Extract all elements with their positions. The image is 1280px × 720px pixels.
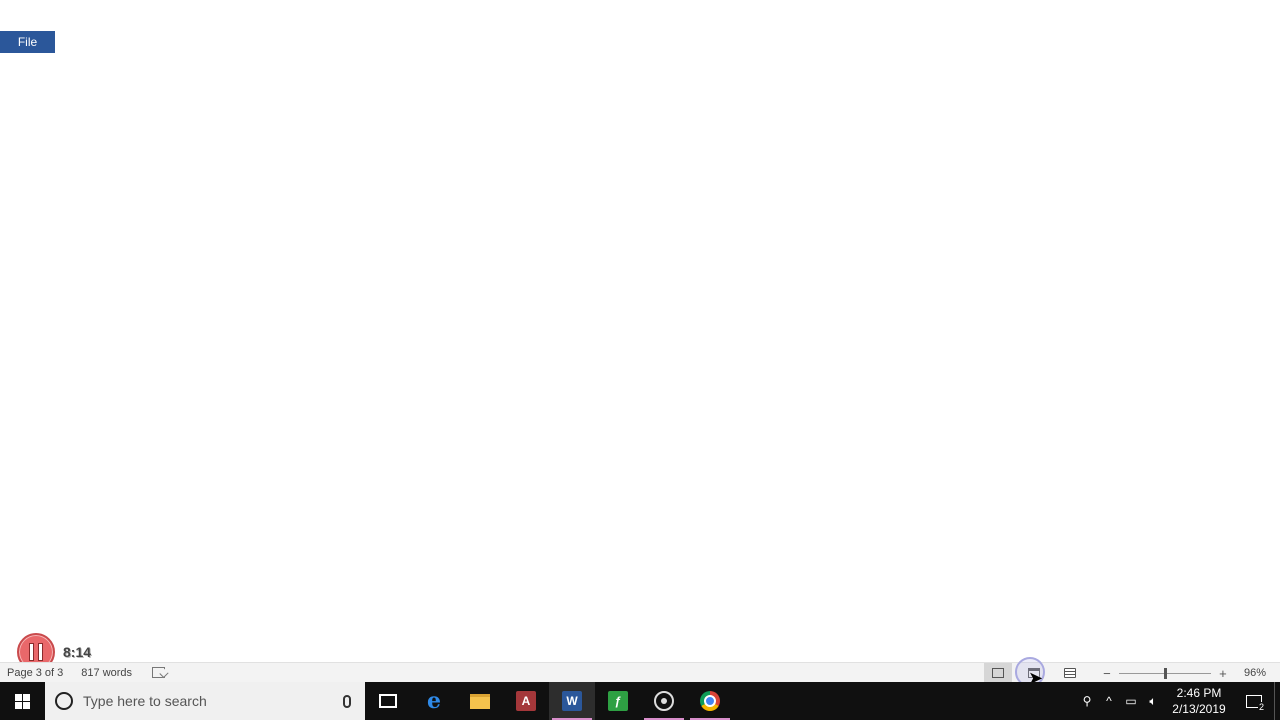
show-desktop-button[interactable] — [1274, 682, 1280, 720]
web-layout-button[interactable] — [1056, 663, 1084, 683]
taskbar-app-chrome[interactable] — [687, 682, 733, 720]
taskbar-app-access[interactable]: A — [503, 682, 549, 720]
web-layout-icon — [1063, 668, 1076, 678]
proofing-icon[interactable] — [152, 667, 166, 678]
cortana-icon — [55, 692, 73, 710]
taskbar-app-word[interactable]: W — [549, 682, 595, 720]
document-canvas[interactable] — [0, 53, 1280, 662]
zoom-control: − + 96% — [1100, 666, 1280, 681]
recording-timer: 8:14 — [63, 644, 92, 660]
read-mode-icon — [991, 668, 1004, 678]
taskbar: Type here to search e A W ƒ ⚲ ^ ▭ 🔈︎ 2:4… — [0, 682, 1280, 720]
media-app-icon — [654, 691, 674, 711]
clock[interactable]: 2:46 PM 2/13/2019 — [1164, 685, 1234, 717]
word-icon: W — [562, 691, 582, 711]
search-placeholder: Type here to search — [83, 693, 207, 709]
chevron-up-icon[interactable]: ^ — [1098, 682, 1120, 720]
volume-icon[interactable]: 🔈︎ — [1142, 682, 1164, 720]
task-view-button[interactable] — [365, 682, 411, 720]
clock-time: 2:46 PM — [1176, 686, 1222, 700]
notification-count: 2 — [1257, 702, 1265, 712]
action-center-button[interactable]: 2 — [1234, 682, 1274, 720]
status-bar: Page 3 of 3 817 words − + 96% — [0, 662, 1280, 683]
taskbar-app-green[interactable]: ƒ — [595, 682, 641, 720]
page-indicator[interactable]: Page 3 of 3 — [7, 667, 63, 679]
taskbar-app-media[interactable] — [641, 682, 687, 720]
microphone-icon[interactable] — [343, 694, 351, 708]
pause-icon — [29, 643, 34, 661]
edge-icon: e — [427, 688, 441, 714]
access-icon: A — [516, 691, 536, 711]
word-count[interactable]: 817 words — [81, 667, 132, 679]
taskbar-search-box[interactable]: Type here to search — [45, 682, 365, 720]
zoom-level[interactable]: 96% — [1244, 667, 1266, 679]
file-explorer-icon — [470, 693, 490, 709]
zoom-out-button[interactable]: − — [1100, 666, 1114, 681]
taskbar-app-file-explorer[interactable] — [457, 682, 503, 720]
green-app-icon: ƒ — [608, 691, 628, 711]
zoom-slider-thumb[interactable] — [1163, 667, 1167, 679]
windows-icon — [15, 693, 30, 709]
file-tab[interactable]: File — [0, 31, 55, 53]
network-icon[interactable]: ▭ — [1120, 682, 1142, 720]
taskbar-app-edge[interactable]: e — [411, 682, 457, 720]
system-tray: ⚲ ^ ▭ 🔈︎ 2:46 PM 2/13/2019 2 — [1076, 682, 1280, 720]
read-mode-button[interactable] — [983, 663, 1012, 683]
clock-date: 2/13/2019 — [1172, 702, 1226, 716]
zoom-slider[interactable] — [1118, 667, 1211, 679]
zoom-in-button[interactable]: + — [1216, 666, 1230, 681]
people-icon[interactable]: ⚲ — [1076, 682, 1098, 720]
chrome-icon — [700, 691, 720, 711]
task-view-icon — [379, 694, 397, 708]
start-button[interactable] — [0, 682, 45, 720]
